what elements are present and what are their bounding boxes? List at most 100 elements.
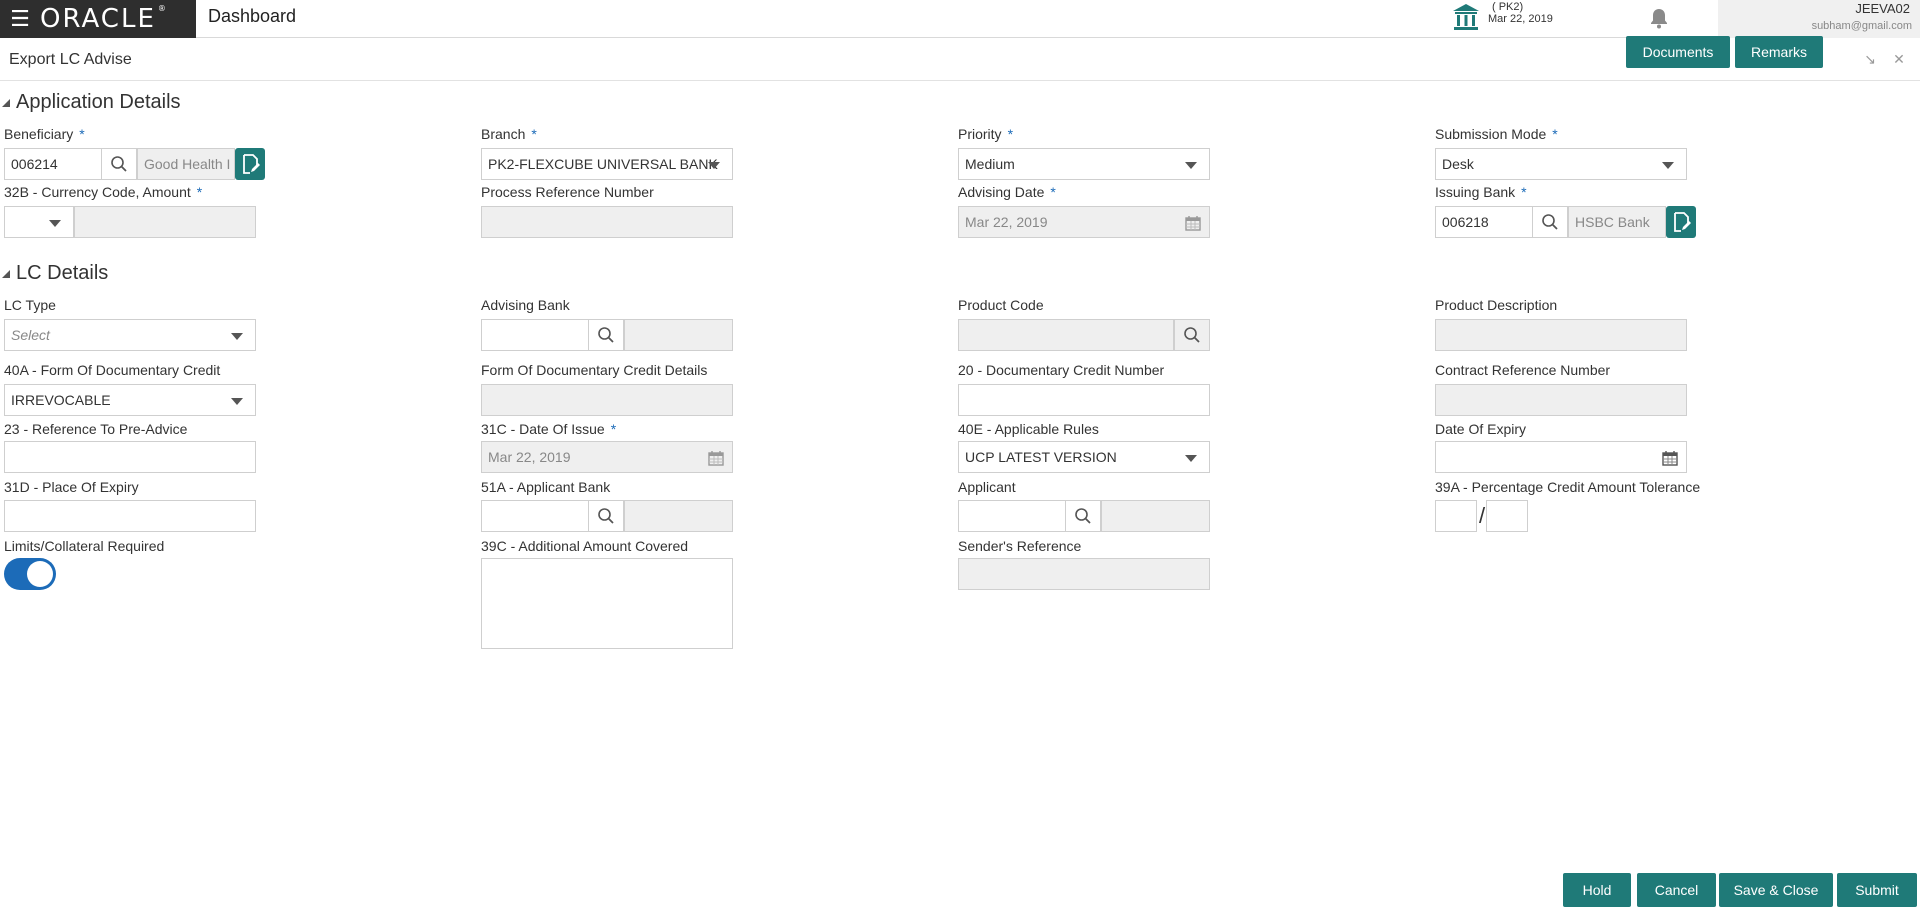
hamburger-menu-icon[interactable]: ☰ <box>0 0 40 38</box>
cancel-button[interactable]: Cancel <box>1637 873 1716 907</box>
issuing-bank-document-button[interactable] <box>1666 206 1696 238</box>
contract-reference-label: Contract Reference Number <box>1435 362 1611 378</box>
beneficiary-search-button[interactable] <box>101 148 137 180</box>
credit-number-input[interactable] <box>958 384 1210 416</box>
calendar-icon <box>1185 216 1201 231</box>
dropdown-arrow-icon <box>231 333 243 340</box>
tolerance-minus-input[interactable] <box>1486 500 1528 532</box>
date-of-issue-field[interactable]: Mar 22, 2019 <box>481 441 733 473</box>
page-title: Export LC Advise <box>9 51 132 68</box>
issuing-bank-input[interactable]: 006218 <box>1435 206 1533 238</box>
user-name: JEEVA02 <box>1855 1 1910 16</box>
lc-details-header[interactable]: LC Details <box>0 262 108 285</box>
credit-number-label: 20 - Documentary Credit Number <box>958 362 1165 378</box>
date-of-expiry-label: Date Of Expiry <box>1435 421 1527 437</box>
save-close-button[interactable]: Save & Close <box>1719 873 1833 907</box>
form-of-credit-details-label: Form Of Documentary Credit Details <box>481 362 708 378</box>
close-icon[interactable]: ✕ <box>1891 51 1907 67</box>
brand-block: ☰ ORACLE ® <box>0 0 196 38</box>
branch-select[interactable]: PK2-FLEXCUBE UNIVERSAL BANK <box>481 148 733 180</box>
oracle-logo: ORACLE ® <box>40 4 168 34</box>
edit-document-icon <box>1674 212 1691 232</box>
additional-amount-textarea[interactable] <box>481 558 733 649</box>
tolerance-separator: / <box>1479 503 1486 528</box>
product-code-label: Product Code <box>958 297 1044 313</box>
applicant-bank-search-button[interactable] <box>588 500 624 532</box>
tolerance-plus-input[interactable] <box>1435 500 1477 532</box>
lc-type-label: LC Type <box>4 297 56 313</box>
branch-label: Branch * <box>481 126 537 142</box>
applicable-rules-label: 40E - Applicable Rules <box>958 421 1099 437</box>
dropdown-arrow-icon <box>1185 162 1197 169</box>
form-of-credit-label: 40A - Form Of Documentary Credit <box>4 362 221 378</box>
process-reference-label: Process Reference Number <box>481 184 654 200</box>
contract-reference-field <box>1435 384 1687 416</box>
issuing-bank-search-button[interactable] <box>1532 206 1568 238</box>
application-details-header[interactable]: Application Details <box>0 91 181 114</box>
applicant-bank-input[interactable] <box>481 500 589 532</box>
currency-code-select[interactable] <box>4 206 74 238</box>
calendar-icon[interactable] <box>1662 450 1678 466</box>
submission-mode-select[interactable]: Desk <box>1435 148 1687 180</box>
process-reference-field <box>481 206 733 238</box>
advising-bank-search-button[interactable] <box>588 319 624 351</box>
applicant-input[interactable] <box>958 500 1066 532</box>
user-menu[interactable]: JEEVA02 subham@gmail.com <box>1718 0 1920 38</box>
pre-advice-input[interactable] <box>4 441 256 473</box>
submit-button[interactable]: Submit <box>1837 873 1917 907</box>
branch-date: Mar 22, 2019 <box>1488 13 1553 25</box>
minimize-icon[interactable]: ↘ <box>1862 51 1878 67</box>
remarks-button[interactable]: Remarks <box>1735 36 1823 68</box>
search-icon <box>1542 214 1558 230</box>
search-icon <box>1075 508 1091 524</box>
amount-input[interactable] <box>74 206 256 238</box>
user-email: subham@gmail.com <box>1811 20 1912 32</box>
search-icon <box>598 327 614 343</box>
bank-building-icon[interactable] <box>1451 2 1481 32</box>
beneficiary-label: Beneficiary * <box>4 126 85 142</box>
applicant-name-field <box>1101 500 1210 532</box>
advising-bank-input[interactable] <box>481 319 589 351</box>
limits-required-toggle[interactable] <box>4 558 56 590</box>
bell-icon[interactable] <box>1647 6 1671 30</box>
form-of-credit-select[interactable]: IRREVOCABLE <box>4 384 256 416</box>
applicant-bank-label: 51A - Applicant Bank <box>481 479 611 495</box>
branch-code: ( PK2) <box>1492 1 1524 13</box>
dashboard-tab[interactable]: Dashboard <box>208 6 296 27</box>
advising-bank-name-field <box>624 319 733 351</box>
priority-select[interactable]: Medium <box>958 148 1210 180</box>
search-icon <box>111 156 127 172</box>
place-of-expiry-input[interactable] <box>4 500 256 532</box>
limits-required-label: Limits/Collateral Required <box>4 538 165 554</box>
product-description-label: Product Description <box>1435 297 1558 313</box>
tolerance-label: 39A - Percentage Credit Amount Tolerance <box>1435 479 1701 495</box>
senders-reference-field <box>958 558 1210 590</box>
beneficiary-name-field: Good Health I <box>137 148 235 180</box>
place-of-expiry-label: 31D - Place Of Expiry <box>4 479 139 495</box>
applicant-search-button[interactable] <box>1065 500 1101 532</box>
applicable-rules-select[interactable]: UCP LATEST VERSION <box>958 441 1210 473</box>
date-of-expiry-input[interactable] <box>1435 441 1687 473</box>
lc-type-select[interactable]: Select <box>4 319 256 351</box>
top-header: ☰ ORACLE ® Dashboard ( PK2) Mar 22, 2019 … <box>0 0 1920 38</box>
dropdown-arrow-icon <box>1185 455 1197 462</box>
priority-label: Priority * <box>958 126 1014 142</box>
collapse-triangle-icon <box>2 269 10 278</box>
beneficiary-input[interactable]: 006214 <box>4 148 102 180</box>
toggle-knob <box>27 561 53 587</box>
dropdown-arrow-icon <box>1662 162 1674 169</box>
beneficiary-document-button[interactable] <box>235 148 265 180</box>
calendar-icon <box>708 451 724 466</box>
product-code-field <box>958 319 1174 351</box>
hold-button[interactable]: Hold <box>1563 873 1631 907</box>
search-icon <box>598 508 614 524</box>
edit-document-icon <box>243 154 260 174</box>
collapse-triangle-icon <box>2 98 10 107</box>
documents-button[interactable]: Documents <box>1626 36 1730 68</box>
advising-date-field[interactable]: Mar 22, 2019 <box>958 206 1210 238</box>
applicant-label: Applicant <box>958 479 1016 495</box>
search-icon <box>1184 327 1200 343</box>
additional-amount-label: 39C - Additional Amount Covered <box>481 538 689 554</box>
applicant-bank-name-field <box>624 500 733 532</box>
product-code-search-button[interactable] <box>1174 319 1210 351</box>
